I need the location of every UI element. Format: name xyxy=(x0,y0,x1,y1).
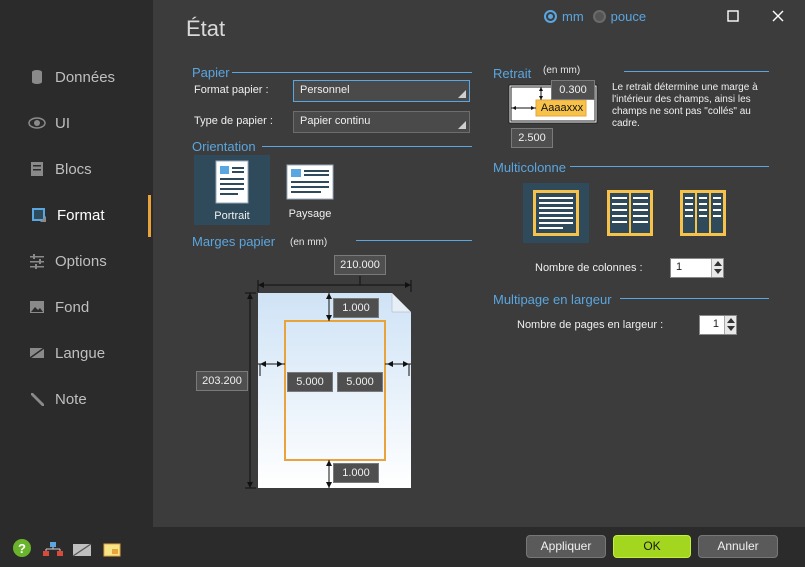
portrait-page-icon xyxy=(215,160,249,204)
spinner-buttons xyxy=(711,259,723,277)
dropdown-arrow-icon xyxy=(458,121,466,129)
portrait-label: Portrait xyxy=(214,210,250,222)
pages-count-spinner[interactable]: 1 xyxy=(699,315,737,335)
sidebar-item-label: Fond xyxy=(55,298,90,316)
margin-bottom-field[interactable]: 1.000 xyxy=(333,463,379,483)
sidebar-item-blocs[interactable]: Blocs xyxy=(28,158,92,180)
sidebar-item-langue[interactable]: Langue xyxy=(28,342,105,364)
two-columns-icon xyxy=(607,190,653,236)
section-divider xyxy=(624,71,769,72)
database-icon xyxy=(28,68,46,86)
sidebar-item-label: Blocs xyxy=(55,160,92,178)
image-icon xyxy=(28,298,46,316)
marges-unit-note: (en mm) xyxy=(290,237,328,248)
close-icon xyxy=(772,10,784,22)
multipage-header: Multipage en largeur xyxy=(493,292,612,307)
section-divider xyxy=(262,146,472,147)
type-papier-value: Papier continu xyxy=(300,115,371,127)
orientation-paysage-button[interactable]: Paysage xyxy=(272,155,348,225)
retrait-header: Retrait xyxy=(493,66,532,81)
eye-icon xyxy=(28,114,46,132)
pages-count-label: Nombre de pages en largeur : xyxy=(517,319,664,331)
radio-mm-label: mm xyxy=(562,9,584,24)
section-divider xyxy=(570,166,769,167)
papier-header: Papier xyxy=(192,65,230,80)
retrait-unit-note: (en mm) xyxy=(543,65,581,76)
retrait-top-field[interactable]: 0.300 xyxy=(551,80,595,100)
radio-pouce-label: pouce xyxy=(610,9,647,24)
maximize-button[interactable] xyxy=(723,8,743,28)
radio-pouce[interactable] xyxy=(592,10,606,23)
sidebar-item-ui[interactable]: UI xyxy=(28,112,70,134)
help-icon[interactable]: ? xyxy=(12,538,32,563)
window-icon[interactable] xyxy=(103,543,121,562)
columns-count-spinner[interactable]: 1 xyxy=(670,258,724,278)
orientation-header: Orientation xyxy=(192,139,256,154)
columns-2-button[interactable] xyxy=(597,183,663,243)
three-columns-icon xyxy=(680,190,726,236)
ok-button[interactable]: OK xyxy=(613,535,691,558)
format-papier-value: Personnel xyxy=(300,84,350,96)
margin-right-field[interactable]: 5.000 xyxy=(337,372,383,392)
sidebar-item-fond[interactable]: Fond xyxy=(28,296,89,318)
section-divider xyxy=(356,240,472,241)
retrait-description: Le retrait détermine une marge à l'intér… xyxy=(612,82,758,129)
svg-text:?: ? xyxy=(18,541,26,556)
spin-up-icon[interactable] xyxy=(712,259,723,268)
margin-left-field[interactable]: 5.000 xyxy=(287,372,333,392)
columns-count-label: Nombre de colonnes : xyxy=(535,262,643,274)
one-column-icon xyxy=(533,190,579,236)
maximize-icon xyxy=(727,10,739,22)
columns-count-value: 1 xyxy=(676,261,683,273)
type-papier-select[interactable]: Papier continu xyxy=(293,111,470,133)
spin-down-icon[interactable] xyxy=(725,325,736,334)
spinner-buttons xyxy=(724,316,736,334)
columns-3-button[interactable] xyxy=(670,183,736,243)
section-divider xyxy=(620,298,769,299)
columns-1-button[interactable] xyxy=(523,183,589,243)
close-button[interactable] xyxy=(768,8,788,28)
radio-mm[interactable] xyxy=(544,10,557,23)
section-divider xyxy=(232,72,472,73)
cancel-button[interactable]: Annuler xyxy=(698,535,778,558)
dropdown-arrow-icon xyxy=(458,90,466,98)
pencil-icon xyxy=(28,390,46,408)
retrait-sample-text: Aaaaxxx xyxy=(540,102,584,114)
retrait-left-field[interactable]: 2.500 xyxy=(511,128,553,148)
paysage-label: Paysage xyxy=(288,208,332,220)
sidebar-item-donnees[interactable]: Données xyxy=(28,66,115,88)
sliders-icon xyxy=(28,252,46,270)
apply-button[interactable]: Appliquer xyxy=(526,535,606,558)
spin-down-icon[interactable] xyxy=(712,268,723,277)
format-papier-label: Format papier : xyxy=(194,84,269,96)
sidebar-item-label: Note xyxy=(55,390,87,408)
marges-header: Marges papier xyxy=(192,234,276,249)
page-height-field[interactable]: 203.200 xyxy=(196,371,248,391)
blocks-icon xyxy=(28,160,46,178)
page-width-field[interactable]: 210.000 xyxy=(334,255,386,275)
image-icon[interactable] xyxy=(72,543,92,562)
page-title: État xyxy=(186,16,226,41)
format-papier-select[interactable]: Personnel xyxy=(293,80,470,102)
spin-up-icon[interactable] xyxy=(725,316,736,325)
margin-top-field[interactable]: 1.000 xyxy=(333,298,379,318)
language-icon xyxy=(28,344,46,362)
format-icon xyxy=(30,206,48,224)
unit-toggle: mm pouce xyxy=(544,9,646,24)
hierarchy-icon[interactable] xyxy=(42,541,64,562)
sidebar-item-label: Format xyxy=(57,206,105,224)
landscape-page-icon xyxy=(286,164,334,200)
sidebar-item-label: Langue xyxy=(55,344,106,362)
sidebar-item-label: UI xyxy=(55,114,70,132)
multicolonne-header: Multicolonne xyxy=(493,160,566,175)
type-papier-label: Type de papier : xyxy=(194,115,273,127)
active-indicator xyxy=(148,195,151,237)
sidebar-item-label: Options xyxy=(55,252,107,270)
orientation-portrait-button[interactable]: Portrait xyxy=(194,155,270,225)
sidebar-item-label: Données xyxy=(55,68,116,86)
sidebar-item-note[interactable]: Note xyxy=(28,388,87,410)
sidebar-item-options[interactable]: Options xyxy=(28,250,107,272)
sidebar: Données UI Blocs Format Options Fond Lan… xyxy=(0,0,153,527)
sidebar-item-format[interactable]: Format xyxy=(30,204,105,226)
